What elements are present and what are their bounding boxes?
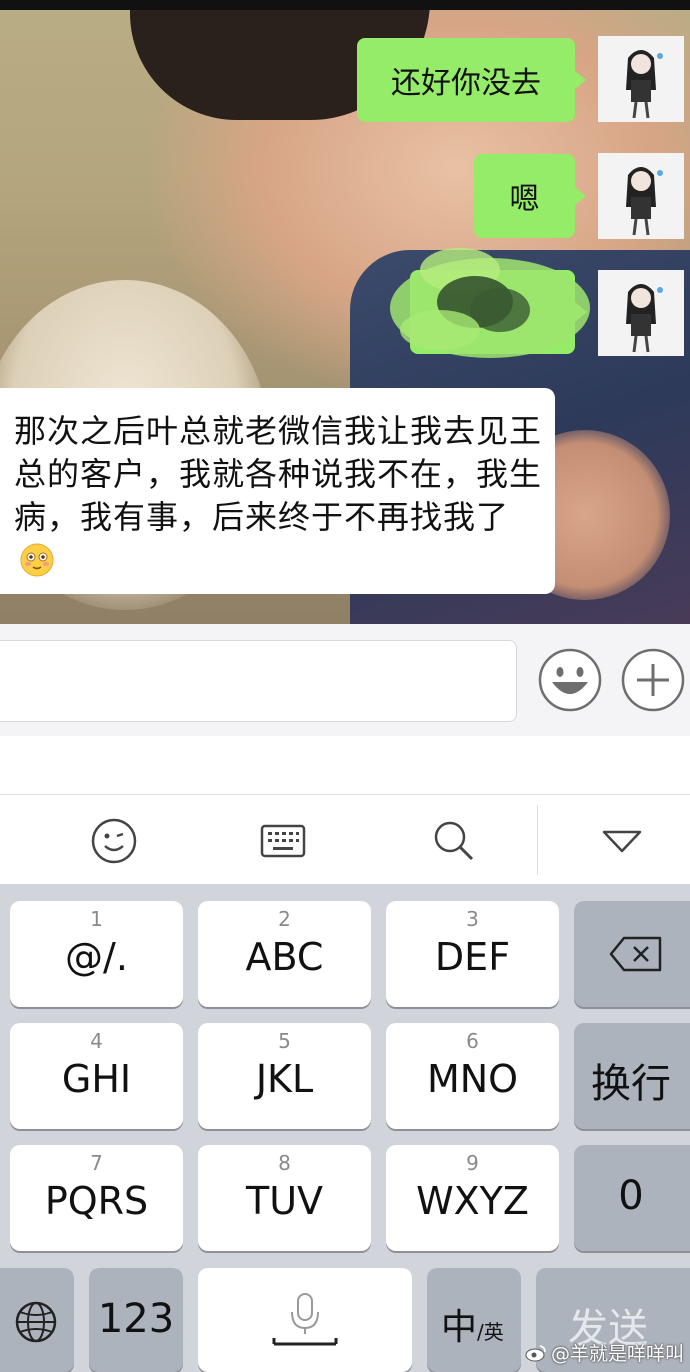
key-1[interactable]: 1 @/. bbox=[10, 901, 183, 1007]
status-bar bbox=[0, 0, 690, 10]
key-7[interactable]: 7 PQRS bbox=[10, 1145, 183, 1251]
key-label: PQRS bbox=[44, 1179, 149, 1223]
message-text: 还好你没去 bbox=[391, 66, 541, 101]
key-label: WXYZ bbox=[416, 1179, 529, 1223]
smiley-icon[interactable] bbox=[538, 648, 602, 712]
watermark-text: @羊就是咩咩叫 bbox=[550, 1343, 684, 1365]
key-3[interactable]: 3 DEF bbox=[386, 901, 559, 1007]
search-icon[interactable] bbox=[430, 817, 478, 865]
key-label: DEF bbox=[434, 935, 511, 979]
key-label: 123 bbox=[97, 1296, 175, 1342]
space-key[interactable] bbox=[198, 1268, 412, 1372]
enter-key[interactable]: 换行 bbox=[574, 1023, 690, 1129]
key-number: 3 bbox=[466, 907, 479, 931]
triangle-down-icon[interactable] bbox=[598, 817, 646, 865]
t9-keyboard: 1 @/. 2 ABC 3 DEF 4 GHI 5 JKL 6 MNO 换行 7… bbox=[0, 884, 690, 1372]
key-number: 1 bbox=[90, 907, 103, 931]
message-input-bar bbox=[0, 624, 690, 736]
chat-area: 还好你没去 嗯 那次之后叶总就老微信我让我去见王总的客户，我就各种说我不在，我生… bbox=[0, 0, 690, 624]
key-2[interactable]: 2 ABC bbox=[198, 901, 371, 1007]
key-4[interactable]: 4 GHI bbox=[10, 1023, 183, 1129]
key-6[interactable]: 6 MNO bbox=[386, 1023, 559, 1129]
key-9[interactable]: 9 WXYZ bbox=[386, 1145, 559, 1251]
message-input[interactable] bbox=[0, 640, 517, 722]
key-label: ABC bbox=[245, 935, 324, 979]
key-label: GHI bbox=[61, 1057, 132, 1101]
message-bubble-outgoing[interactable]: 嗯 bbox=[474, 154, 586, 238]
globe-icon bbox=[15, 1301, 57, 1343]
message-bubble-incoming[interactable]: 那次之后叶总就老微信我让我去见王总的客户，我就各种说我不在，我生病，我有事，后来… bbox=[0, 388, 555, 594]
number-switch-key[interactable]: 123 bbox=[89, 1268, 183, 1372]
language-main-label: 中 bbox=[441, 1307, 478, 1348]
key-label: MNO bbox=[426, 1057, 519, 1101]
avatar[interactable] bbox=[598, 153, 684, 239]
backspace-icon bbox=[609, 936, 662, 972]
toolbar-divider bbox=[537, 805, 538, 875]
spacer bbox=[0, 736, 690, 794]
avatar[interactable] bbox=[598, 270, 684, 356]
microphone-icon bbox=[272, 1293, 338, 1346]
language-sub-label: /英 bbox=[477, 1320, 504, 1344]
globe-key[interactable] bbox=[0, 1268, 74, 1372]
watermark: @羊就是咩咩叫 bbox=[525, 1339, 684, 1366]
keyboard-toolbar bbox=[0, 794, 690, 885]
language-switch-key[interactable]: 中/英 bbox=[427, 1268, 521, 1372]
redacted-message-bubble[interactable] bbox=[380, 240, 600, 370]
key-number: 7 bbox=[90, 1151, 103, 1175]
key-label: TUV bbox=[245, 1179, 324, 1223]
keyboard-icon[interactable] bbox=[259, 817, 307, 865]
key-number: 8 bbox=[278, 1151, 291, 1175]
key-number: 4 bbox=[90, 1029, 103, 1053]
plus-icon[interactable] bbox=[621, 648, 685, 712]
key-number: 9 bbox=[466, 1151, 479, 1175]
key-label: 0 bbox=[618, 1173, 644, 1219]
message-bubble-outgoing[interactable]: 还好你没去 bbox=[357, 38, 586, 122]
backspace-key[interactable] bbox=[574, 901, 690, 1007]
key-5[interactable]: 5 JKL bbox=[198, 1023, 371, 1129]
key-label: @/. bbox=[65, 935, 128, 979]
key-label: 换行 bbox=[591, 1061, 671, 1107]
key-0[interactable]: 0 bbox=[574, 1145, 690, 1251]
key-number: 5 bbox=[278, 1029, 291, 1053]
key-number: 2 bbox=[278, 907, 291, 931]
key-number: 6 bbox=[466, 1029, 479, 1053]
message-text: 那次之后叶总就老微信我让我去见王总的客户，我就各种说我不在，我生病，我有事，后来… bbox=[14, 412, 543, 536]
blush-emoji-icon bbox=[20, 543, 54, 577]
key-8[interactable]: 8 TUV bbox=[198, 1145, 371, 1251]
avatar[interactable] bbox=[598, 36, 684, 122]
wink-icon[interactable] bbox=[90, 817, 138, 865]
weibo-icon bbox=[525, 1344, 546, 1361]
message-text: 嗯 bbox=[509, 182, 540, 217]
key-label: JKL bbox=[255, 1057, 314, 1101]
